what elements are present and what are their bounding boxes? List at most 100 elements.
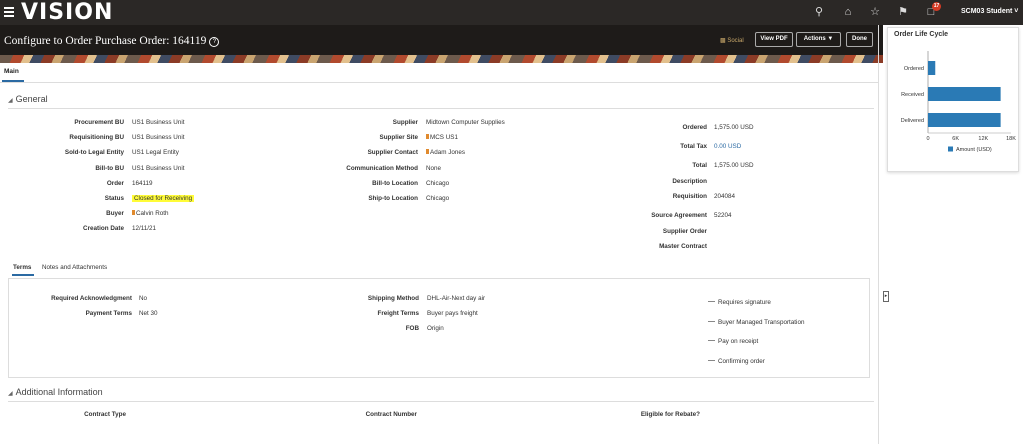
supplier-contact-value[interactable]: Adam Jones	[426, 149, 465, 156]
order-label: Order	[106, 179, 124, 187]
x-tick-0: 0	[926, 136, 929, 142]
panel-expand-handle[interactable]: ▸	[883, 291, 889, 302]
supplier-site-text: MCS US1	[430, 134, 458, 142]
ordered-label: Ordered	[682, 124, 708, 131]
supplier-site-value[interactable]: MCS US1	[426, 134, 458, 141]
source-agreement-text: 52204	[714, 212, 732, 219]
requires-signature-label: Requires signature	[718, 299, 771, 306]
social-link[interactable]: ▩ Social	[720, 37, 744, 44]
creation-date-value: 12/11/21	[132, 225, 156, 232]
actions-button[interactable]: Actions ▼	[796, 32, 841, 47]
buyer-value[interactable]: Calvin Roth	[132, 210, 169, 217]
buyer-managed-transportation-checkbox[interactable]: Buyer Managed Transportation	[708, 319, 804, 326]
fob-text: Origin	[427, 325, 444, 332]
favorites-star-icon[interactable]: ☆	[868, 5, 882, 19]
bill-to-location-text: Chicago	[426, 179, 450, 187]
user-menu[interactable]: SCM03 Student ˅	[961, 8, 1018, 15]
view-pdf-button[interactable]: View PDF	[755, 32, 793, 47]
required-acknowledgment-label: Required Acknowledgment	[51, 295, 132, 302]
tab-notes-attachments[interactable]: Notes and Attachments	[42, 264, 107, 271]
payment-terms-value: Net 30	[139, 310, 158, 317]
lifecycle-title: Order Life Cycle	[894, 31, 949, 38]
freight-terms-value: Buyer pays freight	[427, 310, 478, 317]
source-agreement-label: Source Agreement	[651, 212, 707, 219]
menu-icon[interactable]	[4, 7, 14, 17]
master-contract-label: Master Contract	[659, 243, 707, 250]
payment-terms-label: Payment Terms	[85, 310, 132, 317]
checkbox-unchecked-icon	[708, 320, 715, 322]
pay-on-receipt-label: Pay on receipt	[718, 338, 759, 345]
panel-divider	[878, 25, 879, 444]
total-text: 1,575.00 USD	[714, 162, 754, 169]
supplier-label: Supplier	[392, 119, 418, 126]
required-acknowledgment-text: No	[139, 295, 148, 302]
additional-section-header[interactable]: ◢ Additional Information	[8, 387, 103, 397]
x-tick-18K: 18K	[1006, 136, 1016, 142]
contract-number-label: Contract Number	[365, 411, 417, 418]
supplier-value: Midtown Computer Supplies	[426, 119, 505, 126]
order-value: 164119	[132, 180, 153, 187]
checkbox-unchecked-icon	[708, 301, 715, 302]
checkbox-unchecked-icon	[708, 340, 715, 341]
ship-to-location-label: Ship-to Location	[368, 195, 418, 202]
chevron-down-icon: ˅	[1014, 8, 1019, 15]
buyer-label: Buyer	[106, 210, 124, 218]
buyer-managed-transportation-label: Buyer Managed Transportation	[718, 318, 805, 326]
app-logo[interactable]: VISION	[21, 1, 113, 25]
procurement-bu-text: US1 Business Unit	[132, 119, 185, 126]
bill-to-bu-value: US1 Business Unit	[132, 165, 185, 172]
procurement-bu-label: Procurement BU	[74, 119, 124, 126]
link-flag-icon	[426, 134, 429, 140]
confirming-order-checkbox[interactable]: Confirming order	[708, 358, 765, 365]
creation-date-label: Creation Date	[83, 225, 124, 233]
payment-terms-text: Net 30	[139, 310, 158, 317]
tab-terms[interactable]: Terms	[13, 264, 31, 271]
status-label: Status	[104, 195, 124, 202]
bar-ordered	[928, 61, 936, 75]
tab-main[interactable]: Main	[4, 68, 19, 75]
total-tax-text: 0.00 USD	[714, 143, 742, 150]
bar-delivered	[928, 113, 1001, 127]
bill-to-location-label: Bill-to Location	[372, 179, 418, 187]
global-header: VISION ⚲ ⌂ ☆ ⚑ □ 17 SCM03 Student ˅	[0, 0, 1023, 25]
supplier-order-label: Supplier Order	[662, 228, 707, 235]
page-title: Configure to Order Purchase Order: 16411…	[4, 35, 220, 47]
requisitioning-bu-value: US1 Business Unit	[132, 134, 185, 141]
supplier-text: Midtown Computer Supplies	[426, 119, 505, 126]
page-title-text: Configure to Order Purchase Order: 16411…	[4, 35, 207, 47]
bar-received	[928, 87, 1001, 101]
checkbox-unchecked-icon	[708, 359, 715, 361]
supplier-site-label: Supplier Site	[379, 134, 419, 142]
requires-signature-checkbox[interactable]: Requires signature	[708, 299, 771, 306]
bill-to-location-value: Chicago	[426, 180, 449, 187]
supplier-contact-text: Adam Jones	[430, 149, 466, 157]
buyer-text: Calvin Roth	[136, 210, 169, 218]
shipping-method-text: DHL-Air-Next day air	[427, 295, 486, 302]
home-icon[interactable]: ⌂	[841, 5, 855, 19]
fob-value: Origin	[427, 325, 444, 332]
user-name: SCM03 Student	[961, 8, 1013, 15]
source-agreement-value: 52204	[714, 212, 732, 219]
help-icon[interactable]: ?	[209, 37, 220, 47]
requisition-label: Requisition	[672, 193, 707, 200]
watchlist-flag-icon[interactable]: ⚑	[896, 5, 910, 19]
legend-label: Amount (USD)	[956, 147, 992, 153]
general-title: General	[15, 94, 48, 104]
creation-date-text: 12/11/21	[132, 225, 157, 233]
sold-to-legal-entity-value: US1 Legal Entity	[132, 149, 179, 156]
confirming-order-label: Confirming order	[718, 357, 765, 365]
order-text: 164119	[132, 179, 153, 187]
total-label: Total	[692, 162, 707, 169]
search-icon[interactable]: ⚲	[812, 5, 826, 19]
supplier-contact-label: Supplier Contact	[367, 149, 418, 157]
status-value: Closed for Receiving	[132, 195, 195, 202]
total-tax-label: Total Tax	[680, 143, 707, 150]
rebate-label: Eligible for Rebate?	[640, 411, 700, 418]
ordered-text: 1,575.00 USD	[714, 124, 754, 131]
done-button[interactable]: Done	[846, 32, 873, 47]
general-section-header[interactable]: ◢ General	[8, 94, 48, 104]
decorative-banner	[0, 55, 883, 63]
pay-on-receipt-checkbox[interactable]: Pay on receipt	[708, 338, 758, 345]
social-label: Social	[727, 38, 744, 44]
category-label-delivered: Delivered	[901, 118, 924, 124]
